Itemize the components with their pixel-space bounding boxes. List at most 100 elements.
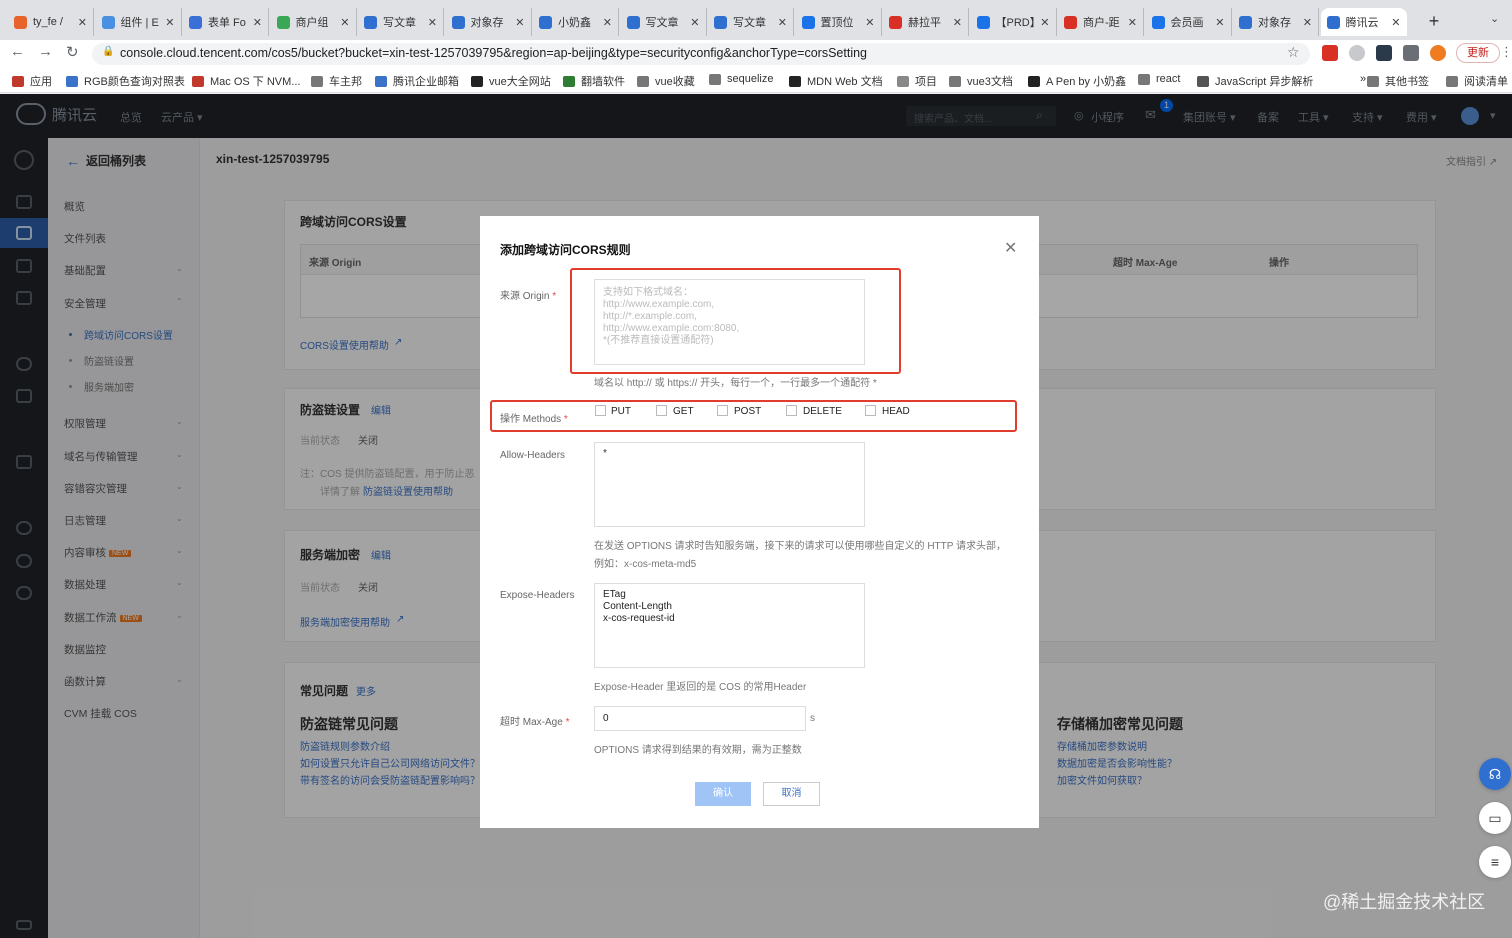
- bookmark-icon: [375, 75, 387, 87]
- close-tab-icon[interactable]: ✕: [165, 16, 174, 29]
- allow-headers-textarea[interactable]: [594, 442, 865, 527]
- close-tab-icon[interactable]: ✕: [78, 16, 87, 29]
- close-tab-icon[interactable]: ✕: [253, 16, 262, 29]
- reload-icon[interactable]: ↻: [66, 43, 79, 61]
- close-tab-icon[interactable]: ✕: [1215, 16, 1224, 29]
- maxage-label: 超时 Max-Age *: [500, 713, 569, 728]
- browser-tab[interactable]: 组件 | E ✕: [96, 8, 182, 36]
- bookmark-icon: [12, 75, 24, 87]
- bookmark-icon: [1197, 75, 1209, 87]
- confirm-button[interactable]: 确认: [695, 782, 751, 806]
- url-text[interactable]: console.cloud.tencent.com/cos5/bucket?bu…: [120, 46, 867, 60]
- bookmark-icon: [709, 73, 721, 85]
- bookmark-label: vue大全网站: [489, 76, 551, 88]
- browser-tab[interactable]: 写文章 ✕: [708, 8, 794, 36]
- browser-tab[interactable]: 商户组 ✕: [271, 8, 357, 36]
- headset-icon[interactable]: ☊: [1479, 758, 1511, 790]
- browser-tab[interactable]: 写文章 ✕: [358, 8, 444, 36]
- bookmark-item[interactable]: »: [1342, 73, 1366, 85]
- bookmark-icon: [471, 75, 483, 87]
- browser-tab[interactable]: 腾讯云 ✕: [1320, 8, 1407, 36]
- bookmark-item[interactable]: sequelize: [709, 73, 773, 85]
- close-tab-icon[interactable]: ✕: [1303, 16, 1312, 29]
- browser-tab[interactable]: 对象存 ✕: [446, 8, 532, 36]
- cancel-button[interactable]: 取消: [763, 782, 820, 806]
- tab-search-icon[interactable]: ⌄: [1490, 12, 1508, 30]
- maxage-input[interactable]: [594, 706, 806, 731]
- close-tab-icon[interactable]: ✕: [953, 16, 962, 29]
- browser-tab[interactable]: 对象存 ✕: [1233, 8, 1319, 36]
- required-mark: *: [552, 291, 557, 302]
- bookmark-label: A Pen by 小奶鑫: [1046, 76, 1127, 88]
- close-tab-icon[interactable]: ✕: [1040, 16, 1049, 29]
- browser-tab[interactable]: 商户-距 ✕: [1058, 8, 1144, 36]
- browser-tab[interactable]: 置顶位 ✕: [796, 8, 882, 36]
- browser-tab[interactable]: 会员画 ✕: [1146, 8, 1232, 36]
- highlight-origin-box: [570, 268, 901, 374]
- bookmark-item[interactable]: 翻墙软件: [563, 73, 625, 89]
- bookmark-item[interactable]: vue3文档: [949, 73, 1013, 89]
- bookmark-item[interactable]: 其他书签: [1367, 73, 1429, 89]
- back-icon[interactable]: ←: [10, 43, 25, 60]
- browser-tab[interactable]: 小奶鑫 ✕: [533, 8, 619, 36]
- extension-icon[interactable]: [1376, 45, 1392, 61]
- allow-headers-hint: 在发送 OPTIONS 请求时告知服务端，接下来的请求可以使用哪些自定义的 HT…: [594, 541, 1007, 552]
- puzzle-icon[interactable]: [1403, 45, 1419, 61]
- close-tab-icon[interactable]: ✕: [865, 16, 874, 29]
- new-tab-button[interactable]: +: [1424, 12, 1444, 32]
- bookmark-item[interactable]: 车主邦: [311, 73, 362, 89]
- profile-icon[interactable]: [1430, 45, 1446, 61]
- bookmark-star-icon[interactable]: ☆: [1287, 44, 1300, 61]
- bookmark-item[interactable]: JavaScript 异步解析: [1197, 73, 1313, 89]
- bookmark-item[interactable]: RGB颜色查询对照表: [66, 73, 185, 89]
- more-menu-icon[interactable]: ⋮: [1500, 44, 1512, 60]
- browser-tab[interactable]: 【PRD】 ✕: [971, 8, 1057, 36]
- list-icon[interactable]: ≡: [1479, 846, 1511, 878]
- bookmark-item[interactable]: vue收藏: [637, 73, 695, 89]
- bookmark-item[interactable]: react: [1138, 73, 1180, 85]
- bookmark-item[interactable]: 腾讯企业邮箱: [375, 73, 459, 89]
- close-tab-icon[interactable]: ✕: [690, 16, 699, 29]
- tab-title: 商户-距: [1083, 17, 1120, 29]
- update-button[interactable]: 更新: [1456, 43, 1500, 63]
- bookmark-icon: [1342, 73, 1354, 85]
- tab-title: 置顶位: [820, 17, 854, 29]
- bookmark-item[interactable]: 项目: [897, 73, 937, 89]
- tab-favicon-icon: [801, 15, 815, 29]
- close-tab-icon[interactable]: ✕: [1391, 16, 1400, 29]
- browser-tab[interactable]: 写文章 ✕: [621, 8, 707, 36]
- browser-tab[interactable]: ty_fe / ✕: [8, 8, 94, 36]
- bookmark-item[interactable]: MDN Web 文档: [789, 73, 883, 89]
- close-tab-icon[interactable]: ✕: [515, 16, 524, 29]
- close-icon[interactable]: ✕: [1004, 238, 1017, 258]
- book-icon[interactable]: ▭: [1479, 802, 1511, 834]
- maxage-value: 0: [603, 713, 609, 724]
- close-tab-icon[interactable]: ✕: [1128, 16, 1137, 29]
- extension-icon[interactable]: [1349, 45, 1365, 61]
- close-tab-icon[interactable]: ✕: [340, 16, 349, 29]
- bookmark-icon: [789, 75, 801, 87]
- bookmark-icon: [311, 75, 323, 87]
- close-tab-icon[interactable]: ✕: [778, 16, 787, 29]
- bookmark-item[interactable]: 应用: [12, 73, 52, 89]
- bookmark-item[interactable]: 阅读清单: [1446, 73, 1508, 89]
- tab-favicon-icon: [364, 15, 377, 29]
- origin-label: 来源 Origin *: [500, 287, 556, 302]
- lock-icon[interactable]: 🔒: [102, 46, 114, 57]
- browser-tab[interactable]: 赫拉平 ✕: [883, 8, 969, 36]
- extension-icon[interactable]: [1322, 45, 1338, 61]
- browser-tab[interactable]: 表单 Fo ✕: [183, 8, 269, 36]
- bookmark-item[interactable]: A Pen by 小奶鑫: [1028, 73, 1126, 89]
- close-tab-icon[interactable]: ✕: [428, 16, 437, 29]
- bookmark-label: react: [1156, 73, 1181, 85]
- origin-hint: 域名以 http:// 或 https:// 开头，每行一个，一行最多一个通配符…: [594, 378, 877, 389]
- expose-headers-value: ETag Content-Length x-cos-request-id: [603, 589, 675, 624]
- bookmark-item[interactable]: vue大全网站: [471, 73, 551, 89]
- tab-favicon-icon: [1064, 15, 1077, 29]
- bookmark-item[interactable]: Mac OS 下 NVM...: [192, 73, 300, 89]
- close-tab-icon[interactable]: ✕: [603, 16, 612, 29]
- forward-icon[interactable]: →: [38, 43, 53, 60]
- bookmark-icon: [563, 75, 575, 87]
- maxage-label-text: 超时 Max-Age: [500, 717, 563, 728]
- allow-headers-example: 例如：x-cos-meta-md5: [594, 559, 697, 570]
